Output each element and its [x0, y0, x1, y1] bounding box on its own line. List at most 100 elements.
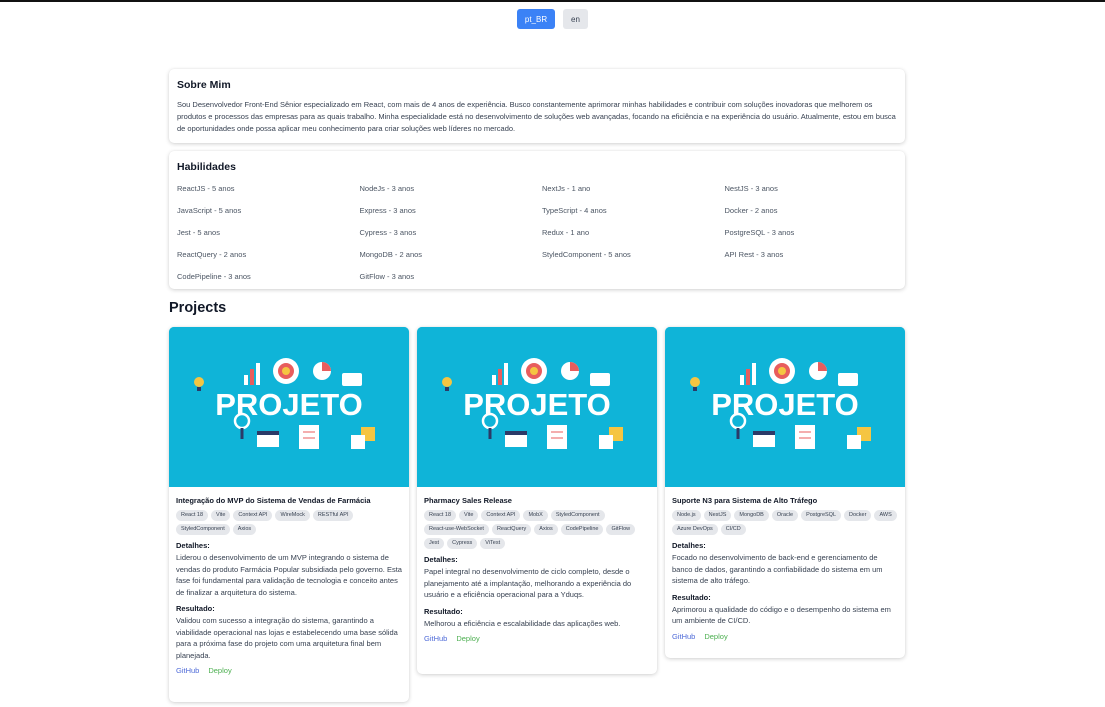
tech-tag: CI/CD: [720, 524, 746, 535]
pie-chart-icon: [313, 362, 331, 380]
calendar-icon: [505, 431, 527, 447]
tech-tag: StyledComponent: [176, 524, 230, 535]
about-title: Sobre Mim: [177, 79, 231, 91]
result-label: Resultado:: [424, 606, 463, 616]
tech-tag: React 18: [424, 510, 457, 521]
skills-card: Habilidades ReactJS - 5 anos NodeJs - 3 …: [169, 151, 905, 289]
tech-tag: PostgreSQL: [801, 510, 842, 521]
chat-icon: [838, 373, 858, 386]
project-illustration: PROJETO: [417, 327, 657, 487]
project-tags: React 18 Vite Context API WireMock RESTf…: [176, 510, 402, 535]
tech-tag: React 18: [176, 510, 209, 521]
tech-tag: React-use-WebSocket: [424, 524, 489, 535]
about-card: Sobre Mim Sou Desenvolvedor Front-End Sê…: [169, 69, 905, 143]
tech-tag: CodePipeline: [560, 524, 604, 535]
target-icon: [273, 358, 299, 384]
skills-grid: ReactJS - 5 anos NodeJs - 3 anos NextJs …: [177, 178, 897, 288]
project-details: Focado no desenvolvimento de back-end e …: [672, 553, 883, 585]
tech-tag: Axios: [232, 524, 257, 535]
project-card: PROJETO Suporte N3 para Sistema de Alto …: [665, 327, 905, 658]
project-result: Aprimorou a qualidade do código e o dese…: [672, 604, 891, 626]
details-label: Detalhes:: [424, 555, 458, 564]
deploy-link[interactable]: Deploy: [208, 666, 231, 676]
document-icon: [547, 425, 567, 449]
tech-tag: Axios: [534, 524, 558, 535]
project-card: PROJETO Pharmacy Sales Release React 18 …: [417, 327, 657, 674]
tech-tag: Oracle: [771, 510, 799, 521]
about-text: Sou Desenvolvedor Front-End Sênior espec…: [177, 100, 896, 133]
skills-title: Habilidades: [177, 161, 236, 173]
tech-tag: WireMock: [275, 510, 310, 521]
calendar-icon: [257, 431, 279, 447]
skill-item: ReactQuery - 2 anos: [177, 250, 247, 259]
skill-item: Express - 3 anos: [359, 206, 416, 215]
target-icon: [769, 358, 795, 384]
skill-item: Redux - 1 ano: [542, 228, 590, 237]
skill-item: API Rest - 3 anos: [724, 250, 784, 259]
deploy-link[interactable]: Deploy: [704, 632, 727, 642]
target-icon: [521, 358, 547, 384]
github-link[interactable]: GitHub: [176, 666, 199, 676]
project-links: GitHub Deploy: [672, 632, 898, 642]
tech-tag: ReactQuery: [491, 524, 532, 535]
project-title: Pharmacy Sales Release: [424, 496, 512, 505]
tech-tag: RESTful API: [312, 510, 354, 521]
skill-item: MongoDB - 2 anos: [359, 250, 423, 259]
github-link[interactable]: GitHub: [672, 632, 695, 642]
skill-item: StyledComponent - 5 anos: [542, 250, 631, 259]
pie-chart-icon: [809, 362, 827, 380]
project-result: Validou com sucesso a integração do sist…: [176, 616, 398, 660]
details-label: Detalhes:: [176, 541, 210, 550]
tech-tag: Node.js: [672, 510, 701, 521]
chat-icon: [342, 373, 362, 386]
top-border: [0, 0, 1105, 2]
project-links: GitHub Deploy: [424, 634, 650, 644]
skill-item: Docker - 2 anos: [724, 206, 778, 215]
language-switcher: pt_BR en: [0, 9, 1105, 29]
skill-item: ReactJS - 5 anos: [177, 184, 235, 193]
pie-chart-icon: [561, 362, 579, 380]
tech-tag: MongoDB: [734, 510, 769, 521]
details-label: Detalhes:: [672, 541, 706, 550]
skill-item: GitFlow - 3 anos: [359, 272, 415, 281]
deploy-link[interactable]: Deploy: [456, 634, 479, 644]
github-link[interactable]: GitHub: [424, 634, 447, 644]
tech-tag: MobX: [523, 510, 548, 521]
lang-button-pt-br[interactable]: pt_BR: [517, 9, 555, 29]
project-links: GitHub Deploy: [176, 666, 402, 676]
project-result: Melhorou a eficiência e escalabilidade d…: [424, 618, 621, 628]
tech-tag: Vite: [459, 510, 479, 521]
skill-item: NestJS - 3 anos: [724, 184, 778, 193]
project-tags: Node.js NestJS MongoDB Oracle PostgreSQL…: [672, 510, 898, 535]
tech-tag: Context API: [481, 510, 521, 521]
skill-item: Jest - 5 anos: [177, 228, 220, 237]
project-details: Liderou o desenvolvimento de um MVP inte…: [176, 553, 402, 597]
tech-tag: Docker: [844, 510, 872, 521]
tech-tag: Vite: [211, 510, 231, 521]
tech-tag: Cypress: [447, 538, 478, 549]
lang-button-en[interactable]: en: [563, 9, 588, 29]
skill-item: CodePipeline - 3 anos: [177, 272, 251, 281]
project-illustration: PROJETO: [169, 327, 409, 487]
tech-tag: AWS: [874, 510, 897, 521]
chat-icon: [590, 373, 610, 386]
calendar-icon: [753, 431, 775, 447]
project-title: Integração do MVP do Sistema de Vendas d…: [176, 496, 371, 505]
tech-tag: Azure DevOps: [672, 524, 718, 535]
projects-title: Projects: [169, 300, 227, 316]
tech-tag: Context API: [233, 510, 273, 521]
result-label: Resultado:: [672, 592, 711, 602]
project-tags: React 18 Vite Context API MobX StyledCom…: [424, 510, 650, 549]
skill-item: NodeJs - 3 anos: [359, 184, 415, 193]
tech-tag: Jest: [424, 538, 445, 549]
tech-tag: NestJS: [703, 510, 732, 521]
project-details: Papel integral no desenvolvimento de cic…: [424, 567, 632, 599]
document-icon: [299, 425, 319, 449]
skill-item: Cypress - 3 anos: [359, 228, 417, 237]
skill-item: JavaScript - 5 anos: [177, 206, 242, 215]
tech-tag: GitFlow: [606, 524, 636, 535]
skill-item: PostgreSQL - 3 anos: [724, 228, 795, 237]
project-card: PROJETO Integração do MVP do Sistema de …: [169, 327, 409, 702]
tech-tag: ViTest: [480, 538, 506, 549]
document-icon: [795, 425, 815, 449]
